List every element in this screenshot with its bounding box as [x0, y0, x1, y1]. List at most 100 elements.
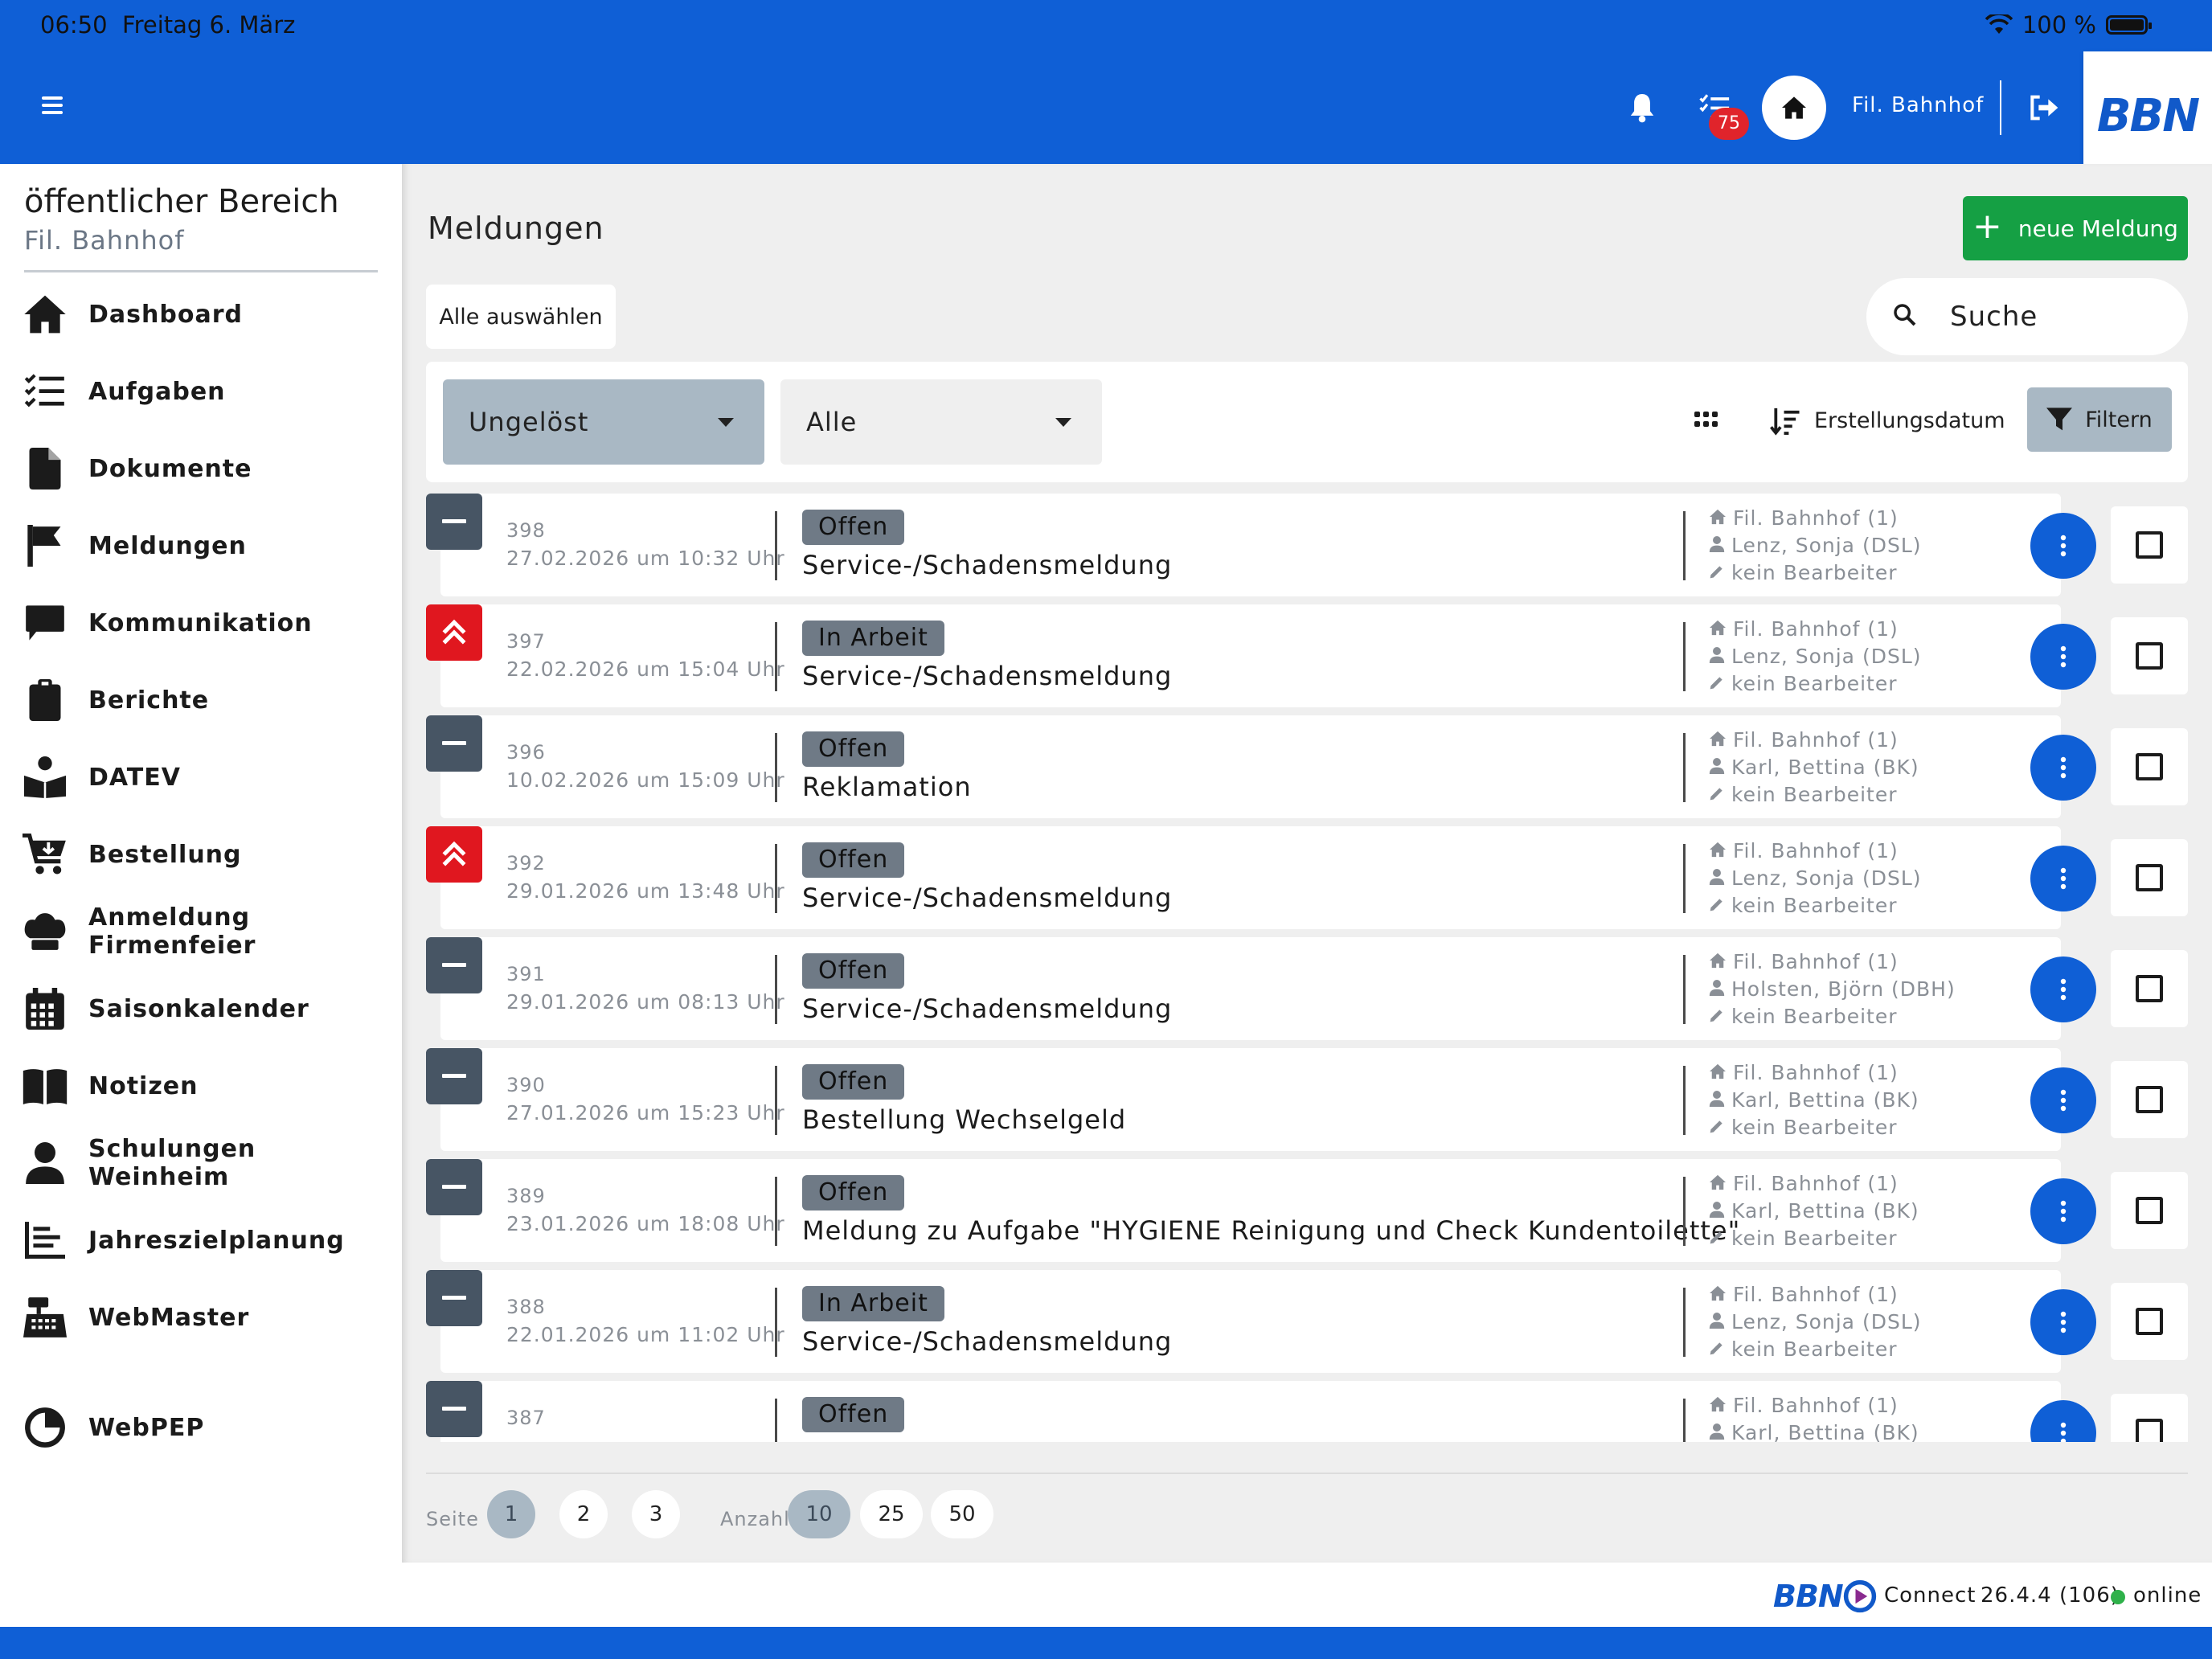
sidebar-item-datev[interactable]: DATEV [0, 745, 402, 809]
sidebar-item-label: Anmeldung Firmenfeier [88, 903, 256, 960]
report-branch-text: Fil. Bahnhof (1) [1733, 1061, 1899, 1084]
page-2-button[interactable]: 2 [559, 1490, 608, 1538]
more-options-button[interactable] [2030, 624, 2096, 690]
report-branch: Fil. Bahnhof (1) [1709, 506, 1899, 530]
priority-button[interactable] [426, 937, 482, 993]
report-row[interactable]: 397 22.02.2026 um 15:04 Uhr In Arbeit Servi… [402, 604, 2212, 715]
sidebar-item-webpep[interactable]: WebPEP [0, 1395, 402, 1460]
page-3-button[interactable]: 3 [632, 1490, 680, 1538]
count-25-button[interactable]: 25 [860, 1490, 923, 1538]
sidebar-item-anmeldung-firmenfeier[interactable]: Anmeldung Firmenfeier [0, 899, 402, 964]
report-date: 29.01.2026 um 13:48 Uhr [506, 879, 785, 903]
priority-button[interactable] [426, 826, 482, 883]
sidebar-item-label: WebPEP [88, 1413, 205, 1442]
select-checkbox[interactable] [2111, 728, 2188, 805]
select-checkbox[interactable] [2111, 950, 2188, 1027]
more-options-button[interactable] [2030, 1067, 2096, 1133]
more-options-button[interactable] [2030, 1289, 2096, 1355]
priority-button[interactable] [426, 494, 482, 550]
sidebar-item-label: Meldungen [88, 531, 247, 560]
report-editor: kein Bearbeiter [1709, 894, 1898, 917]
checkbox-box [2136, 1308, 2163, 1335]
priority-button[interactable] [426, 604, 482, 661]
select-all-button[interactable]: Alle auswählen [426, 285, 616, 349]
report-title[interactable]: Meldung zu Aufgabe "HYGIENE Reinigung un… [802, 1215, 1740, 1246]
priority-button[interactable] [426, 1159, 482, 1215]
count-10-button[interactable]: 10 [788, 1490, 850, 1538]
search-input[interactable]: Suche [1866, 278, 2188, 355]
checkbox-box [2136, 1419, 2163, 1442]
bell-icon[interactable] [1628, 92, 1656, 124]
row-separator [1683, 1066, 1686, 1135]
sidebar-item-label: Aufgaben [88, 377, 226, 406]
report-title[interactable]: Reklamation [802, 772, 972, 802]
select-checkbox[interactable] [2111, 506, 2188, 584]
sidebar-item-kommunikation[interactable]: Kommunikation [0, 591, 402, 655]
report-row[interactable]: 390 27.01.2026 um 15:23 Uhr Offen Bestellun… [402, 1048, 2212, 1159]
sidebar-item-meldungen[interactable]: Meldungen [0, 514, 402, 578]
report-title[interactable]: Service-/Schadensmeldung [802, 550, 1172, 580]
sidebar-item-bestellung[interactable]: Bestellung [0, 822, 402, 887]
count-50-button[interactable]: 50 [931, 1490, 993, 1538]
filter-button[interactable]: Filtern [2027, 387, 2172, 452]
select-checkbox[interactable] [2111, 1061, 2188, 1138]
report-title[interactable]: Service-/Schadensmeldung [802, 883, 1172, 913]
report-branch: Fil. Bahnhof (1) [1709, 1394, 1899, 1417]
report-row[interactable]: 396 10.02.2026 um 15:09 Uhr Offen Reklamati… [402, 715, 2212, 826]
select-checkbox[interactable] [2111, 617, 2188, 694]
priority-button[interactable] [426, 1381, 482, 1437]
sidebar-item-aufgaben[interactable]: Aufgaben [0, 359, 402, 424]
branch-name[interactable]: Fil. Bahnhof [1852, 93, 1984, 117]
select-checkbox[interactable] [2111, 839, 2188, 916]
grid-view-icon[interactable] [1694, 412, 1718, 429]
more-options-button[interactable] [2030, 735, 2096, 801]
priority-button[interactable] [426, 1048, 482, 1104]
priority-normal-icon [442, 1074, 466, 1078]
new-report-button[interactable]: + neue Meldung [1963, 196, 2188, 260]
priority-button[interactable] [426, 715, 482, 772]
priority-button[interactable] [426, 1270, 482, 1326]
sort-label[interactable]: Erstellungsdatum [1814, 408, 2005, 433]
sidebar-item-notizen[interactable]: Notizen [0, 1054, 402, 1118]
more-vertical-icon [2060, 645, 2067, 668]
report-row[interactable]: 387 Offen Fil. Bahnhof (1) Karl, Bettina (B… [402, 1381, 2212, 1442]
row-separator [1683, 1177, 1686, 1246]
report-editor-text: kein Bearbeiter [1731, 783, 1898, 806]
report-row[interactable]: 392 29.01.2026 um 13:48 Uhr Offen Service-/… [402, 826, 2212, 937]
report-title[interactable]: Bestellung Wechselgeld [802, 1104, 1126, 1135]
sidebar-item-jahreszielplanung[interactable]: Jahreszielplanung [0, 1208, 402, 1272]
menu-button[interactable] [42, 95, 71, 119]
status-dropdown[interactable]: Ungelöst [443, 379, 764, 465]
report-title[interactable]: Service-/Schadensmeldung [802, 1326, 1172, 1357]
sidebar-item-schulungen-weinheim[interactable]: Schulungen Weinheim [0, 1131, 402, 1195]
report-row[interactable]: 391 29.01.2026 um 08:13 Uhr Offen Service-/… [402, 937, 2212, 1048]
sidebar-item-saisonkalender[interactable]: Saisonkalender [0, 977, 402, 1041]
main-content: Meldungen + neue Meldung Alle auswählen … [402, 164, 2212, 1563]
sidebar-item-dashboard[interactable]: Dashboard [0, 282, 402, 346]
select-checkbox[interactable] [2111, 1172, 2188, 1249]
sidebar-item-webmaster[interactable]: WebMaster [0, 1285, 402, 1350]
report-date: 27.02.2026 um 10:32 Uhr [506, 547, 785, 570]
more-options-button[interactable] [2030, 1178, 2096, 1244]
report-title[interactable]: Service-/Schadensmeldung [802, 661, 1172, 691]
more-options-button[interactable] [2030, 956, 2096, 1022]
more-options-button[interactable] [2030, 846, 2096, 911]
logout-icon[interactable] [2029, 95, 2059, 121]
page-1-button[interactable]: 1 [487, 1490, 535, 1538]
status-badge: Offen [802, 1175, 905, 1210]
more-options-button[interactable] [2030, 513, 2096, 579]
funnel-icon [2046, 408, 2073, 431]
home-button[interactable] [1762, 76, 1826, 140]
row-separator [775, 622, 777, 691]
type-dropdown[interactable]: Alle [780, 379, 1102, 465]
sidebar-item-berichte[interactable]: Berichte [0, 668, 402, 732]
select-checkbox[interactable] [2111, 1394, 2188, 1442]
bbn-logo[interactable]: BBN [2083, 51, 2212, 180]
select-checkbox[interactable] [2111, 1283, 2188, 1360]
sort-icon[interactable] [1770, 407, 1800, 436]
report-row[interactable]: 389 23.01.2026 um 18:08 Uhr Offen Meldung z… [402, 1159, 2212, 1270]
sidebar-item-dokumente[interactable]: Dokumente [0, 436, 402, 501]
report-row[interactable]: 398 27.02.2026 um 10:32 Uhr Offen Service-/… [402, 494, 2212, 604]
report-title[interactable]: Service-/Schadensmeldung [802, 993, 1172, 1024]
report-row[interactable]: 388 22.01.2026 um 11:02 Uhr In Arbeit Servi… [402, 1270, 2212, 1381]
